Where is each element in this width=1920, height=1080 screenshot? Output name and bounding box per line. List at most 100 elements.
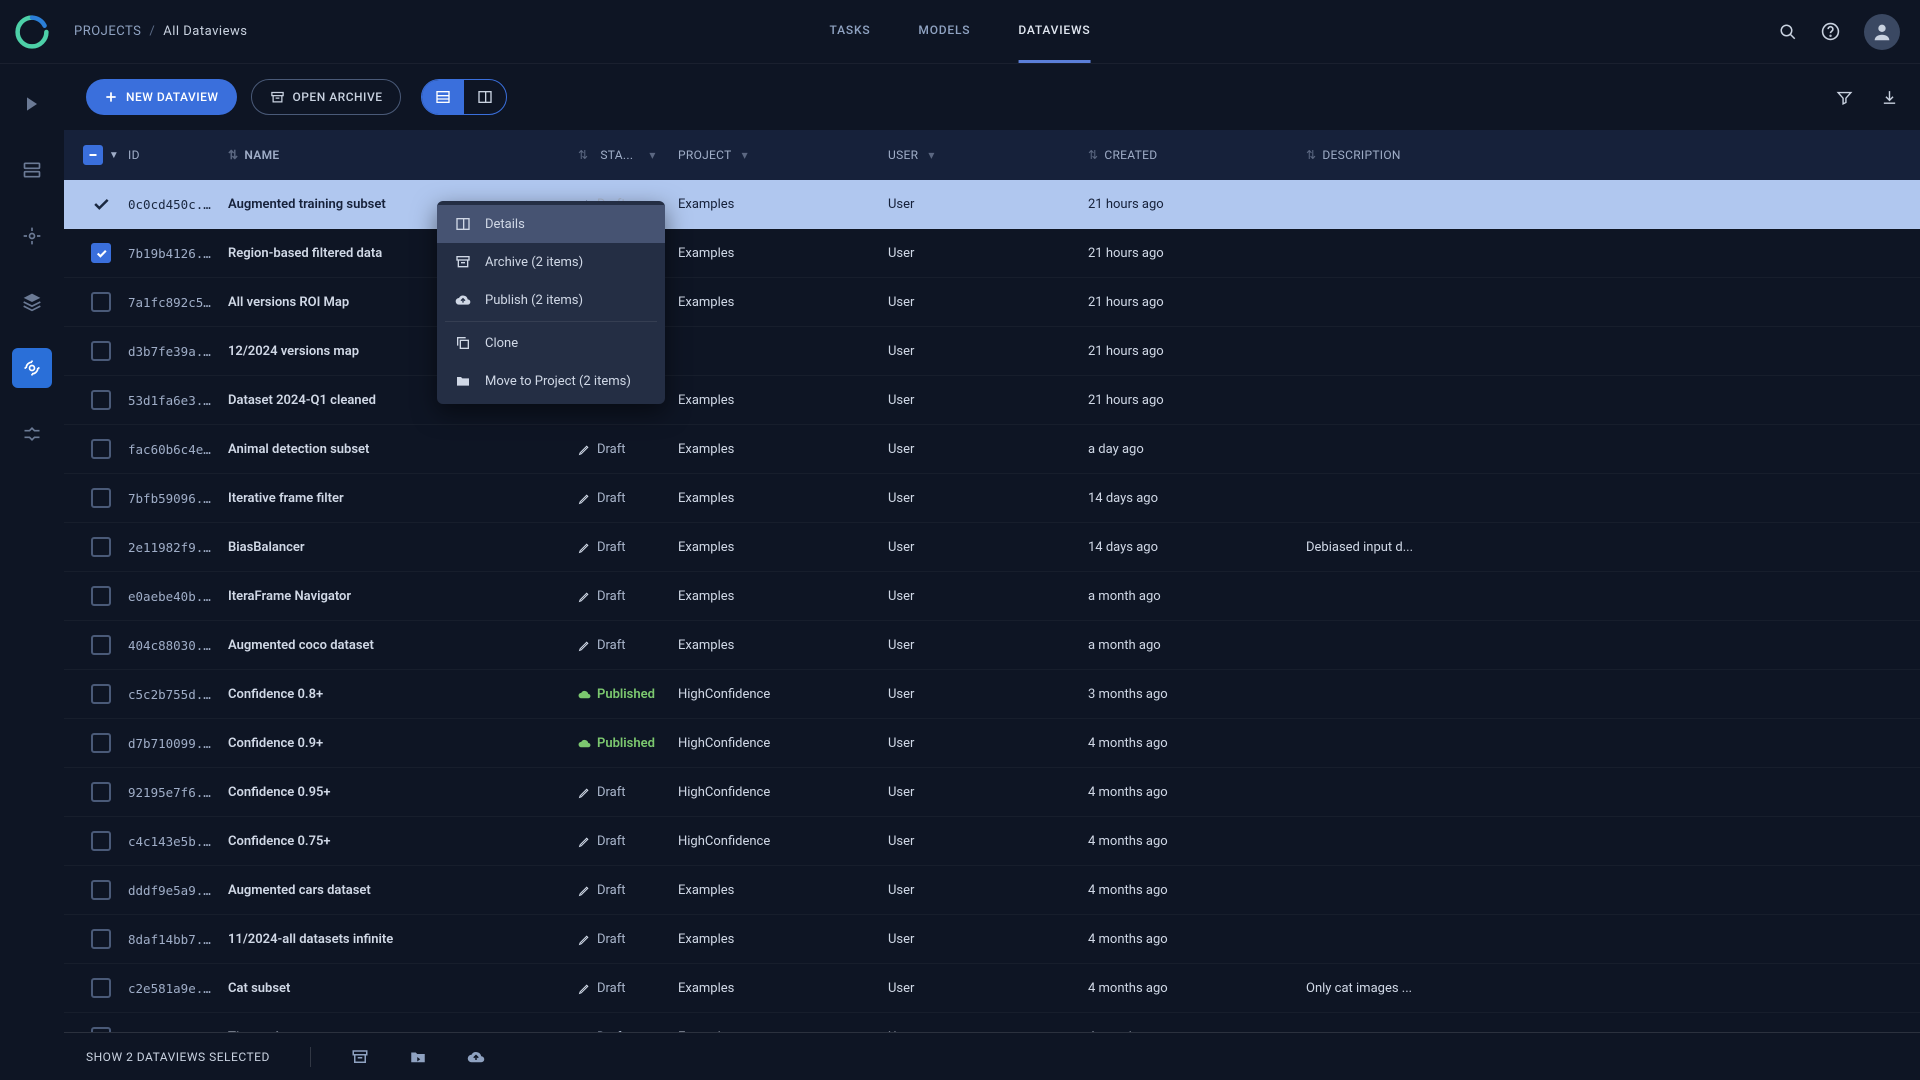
row-checkbox[interactable] bbox=[91, 292, 111, 312]
col-id-label[interactable]: ID bbox=[128, 148, 140, 162]
ctx-move[interactable]: Move to Project (2 items) bbox=[437, 362, 665, 400]
row-created: 21 hours ago bbox=[1088, 344, 1306, 359]
search-icon[interactable] bbox=[1779, 23, 1797, 41]
table-row[interactable]: 0c0cd450c...Augmented training subsetDra… bbox=[64, 180, 1920, 229]
row-status: Draft bbox=[578, 981, 678, 996]
row-checkbox[interactable] bbox=[91, 1027, 111, 1032]
table-row[interactable]: 8daf14bb7...11/2024-all datasets infinit… bbox=[64, 915, 1920, 964]
side-layers-icon[interactable] bbox=[12, 282, 52, 322]
open-archive-button[interactable]: OPEN ARCHIVE bbox=[251, 79, 402, 115]
row-checkbox[interactable] bbox=[91, 537, 111, 557]
breadcrumb-root[interactable]: PROJECTS bbox=[74, 24, 141, 39]
col-name-label[interactable]: NAME bbox=[244, 148, 279, 162]
row-created: 21 hours ago bbox=[1088, 295, 1306, 310]
row-checkbox[interactable] bbox=[91, 978, 111, 998]
help-icon[interactable] bbox=[1821, 22, 1840, 41]
row-checkbox[interactable] bbox=[91, 684, 111, 704]
col-status-label[interactable]: STA... bbox=[600, 148, 633, 162]
table-row[interactable]: 7b19b4126...Region-based filtered dataEx… bbox=[64, 229, 1920, 278]
row-checkbox[interactable] bbox=[91, 390, 111, 410]
table-row[interactable]: dddf9e5a9...Augmented cars datasetDraftE… bbox=[64, 866, 1920, 915]
pencil-icon bbox=[578, 1031, 591, 1033]
row-checkbox[interactable] bbox=[91, 243, 111, 263]
ctx-details[interactable]: Details bbox=[437, 205, 665, 243]
top-header: PROJECTS / All Dataviews TASKS MODELS DA… bbox=[0, 0, 1920, 64]
archive-action-icon[interactable] bbox=[351, 1048, 369, 1066]
pencil-icon bbox=[578, 884, 591, 897]
filter-icon[interactable] bbox=[1836, 89, 1853, 106]
table-row[interactable]: c2e581a9e...Cat subsetDraftExamplesUser4… bbox=[64, 964, 1920, 1013]
pencil-icon bbox=[578, 443, 591, 456]
row-id: 75acaf6a79... bbox=[128, 1030, 228, 1033]
app-logo[interactable] bbox=[0, 0, 64, 64]
row-id: dddf9e5a9... bbox=[128, 883, 228, 898]
row-checkbox[interactable] bbox=[91, 831, 111, 851]
filter-icon[interactable]: ▾ bbox=[742, 148, 748, 162]
select-all-checkbox[interactable] bbox=[83, 145, 103, 165]
row-checkbox[interactable] bbox=[91, 929, 111, 949]
sort-icon[interactable]: ⇅ bbox=[1306, 148, 1316, 162]
row-checkbox[interactable] bbox=[91, 880, 111, 900]
user-avatar[interactable] bbox=[1864, 14, 1900, 50]
publish-action-icon[interactable] bbox=[467, 1048, 485, 1066]
table-row[interactable]: c4c143e5b...Confidence 0.75+DraftHighCon… bbox=[64, 817, 1920, 866]
row-checkbox[interactable] bbox=[91, 782, 111, 802]
table-row[interactable]: c5c2b755d...Confidence 0.8+PublishedHigh… bbox=[64, 670, 1920, 719]
filter-icon[interactable]: ▾ bbox=[928, 148, 934, 162]
selection-count[interactable]: SHOW 2 DATAVIEWS SELECTED bbox=[86, 1050, 270, 1064]
row-checkbox[interactable] bbox=[91, 439, 111, 459]
view-detail-icon[interactable] bbox=[464, 80, 506, 114]
side-pipeline-icon[interactable] bbox=[12, 414, 52, 454]
tab-models[interactable]: MODELS bbox=[918, 0, 970, 63]
row-checkbox[interactable] bbox=[91, 488, 111, 508]
sort-icon[interactable]: ⇅ bbox=[578, 148, 588, 162]
sort-icon[interactable]: ⇅ bbox=[228, 148, 238, 162]
col-created-label[interactable]: CREATED bbox=[1104, 148, 1157, 162]
row-user: User bbox=[888, 687, 1088, 702]
row-checkbox[interactable] bbox=[91, 341, 111, 361]
table-row[interactable]: 92195e7f6...Confidence 0.95+DraftHighCon… bbox=[64, 768, 1920, 817]
col-desc-label[interactable]: DESCRIPTION bbox=[1322, 148, 1400, 162]
ctx-publish[interactable]: Publish (2 items) bbox=[437, 281, 665, 319]
table-row[interactable]: d7b710099...Confidence 0.9+PublishedHigh… bbox=[64, 719, 1920, 768]
side-run-icon[interactable] bbox=[12, 84, 52, 124]
row-checkbox[interactable] bbox=[91, 194, 111, 214]
table-row[interactable]: fac60b6c4e...Animal detection subsetDraf… bbox=[64, 425, 1920, 474]
table-row[interactable]: 53d1fa6e3...Dataset 2024-Q1 cleanedExamp… bbox=[64, 376, 1920, 425]
table-row[interactable]: d3b7fe39a...12/2024 versions mapUser21 h… bbox=[64, 327, 1920, 376]
row-status: Published bbox=[578, 736, 678, 751]
ctx-archive[interactable]: Archive (2 items) bbox=[437, 243, 665, 281]
context-menu: Details Archive (2 items) Publish (2 ite… bbox=[437, 201, 665, 404]
table-row[interactable]: 404c88030...Augmented coco datasetDraftE… bbox=[64, 621, 1920, 670]
row-desc: Debiased input d... bbox=[1306, 540, 1910, 555]
row-checkbox[interactable] bbox=[91, 733, 111, 753]
col-user-label[interactable]: USER bbox=[888, 148, 918, 162]
row-checkbox[interactable] bbox=[91, 635, 111, 655]
chevron-down-icon[interactable]: ▼ bbox=[109, 150, 119, 161]
row-status: Draft bbox=[578, 491, 678, 506]
table-row[interactable]: 75acaf6a79...Tiger subsetDraftExamplesUs… bbox=[64, 1013, 1920, 1032]
table-row[interactable]: e0aebe40b...IteraFrame NavigatorDraftExa… bbox=[64, 572, 1920, 621]
filter-icon[interactable]: ▾ bbox=[649, 148, 655, 162]
download-icon[interactable] bbox=[1881, 89, 1898, 106]
ctx-clone[interactable]: Clone bbox=[437, 324, 665, 362]
side-storage-icon[interactable] bbox=[12, 150, 52, 190]
row-id: fac60b6c4e... bbox=[128, 442, 228, 457]
view-list-icon[interactable] bbox=[422, 80, 464, 114]
col-project-label[interactable]: PROJECT bbox=[678, 148, 732, 162]
row-checkbox[interactable] bbox=[91, 586, 111, 606]
status-label: Draft bbox=[597, 883, 626, 898]
status-label: Draft bbox=[597, 589, 626, 604]
side-dataviews-icon[interactable] bbox=[12, 348, 52, 388]
table-row[interactable]: 2e11982f9...BiasBalancerDraftExamplesUse… bbox=[64, 523, 1920, 572]
table-row[interactable]: 7a1fc892c5...All versions ROI MapExample… bbox=[64, 278, 1920, 327]
sort-icon[interactable]: ⇅ bbox=[1088, 148, 1098, 162]
new-dataview-button[interactable]: NEW DATAVIEW bbox=[86, 79, 237, 115]
tab-dataviews[interactable]: DATAVIEWS bbox=[1018, 0, 1090, 63]
tab-tasks[interactable]: TASKS bbox=[830, 0, 871, 63]
table-row[interactable]: 7bfb59096...Iterative frame filterDraftE… bbox=[64, 474, 1920, 523]
side-deploy-icon[interactable] bbox=[12, 216, 52, 256]
move-action-icon[interactable] bbox=[409, 1048, 427, 1066]
footer-bar: SHOW 2 DATAVIEWS SELECTED bbox=[64, 1032, 1920, 1080]
status-label: Draft bbox=[597, 932, 626, 947]
